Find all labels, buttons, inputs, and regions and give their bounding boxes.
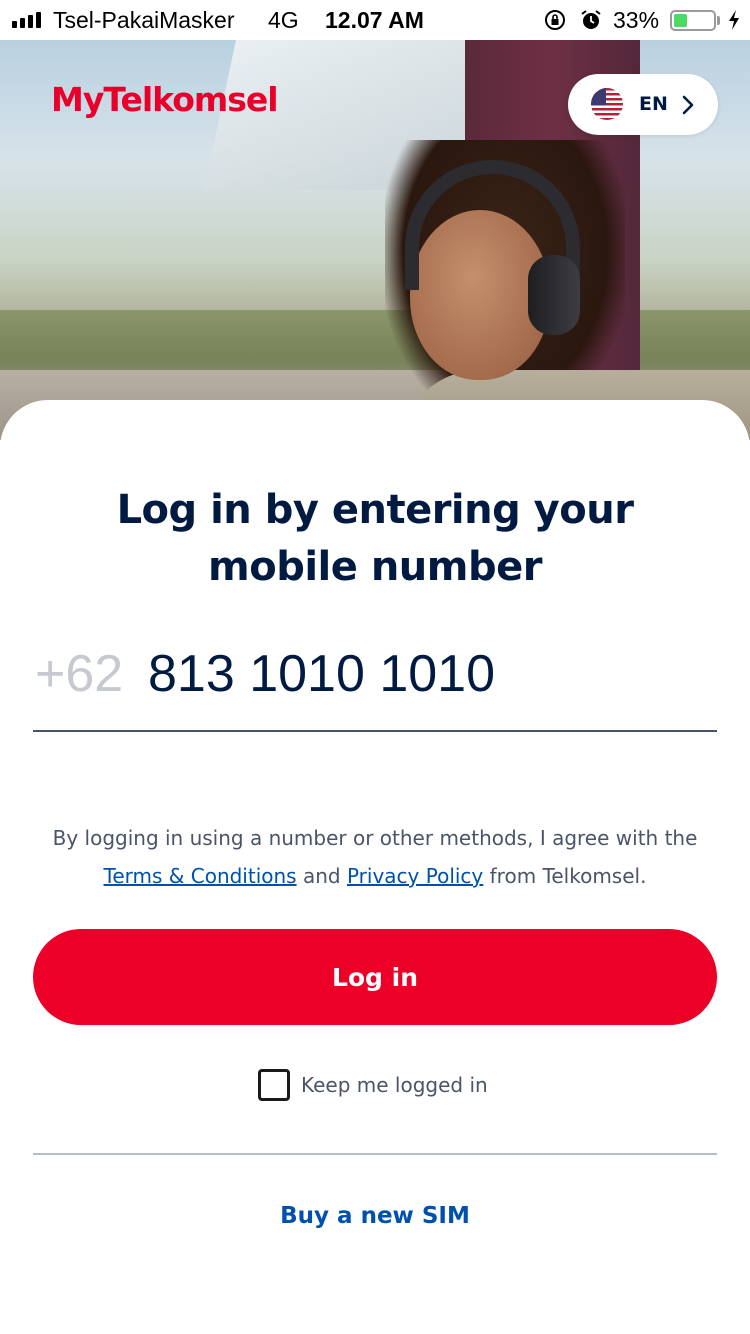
agreement-suffix: from Telkomsel. — [489, 864, 647, 888]
buy-new-sim-link[interactable]: Buy a new SIM — [0, 1203, 750, 1229]
carrier-name: Tsel-PakaiMasker — [53, 7, 235, 33]
agreement-text: By logging in using a number or other me… — [40, 819, 710, 895]
language-code: EN — [639, 93, 668, 115]
divider — [33, 1153, 717, 1155]
language-selector-button[interactable]: EN — [568, 74, 718, 135]
phone-number-field[interactable]: +62 813 1010 1010 — [33, 634, 717, 732]
phone-number-input[interactable]: 813 1010 1010 — [148, 644, 495, 704]
status-time: 12.07 AM — [325, 7, 424, 33]
terms-conditions-link[interactable]: Terms & Conditions — [104, 864, 297, 888]
network-type: 4G — [268, 7, 299, 33]
country-code-prefix: +62 — [35, 645, 124, 703]
us-flag-icon — [591, 88, 623, 120]
signal-icon — [12, 12, 41, 28]
agreement-and: and — [302, 864, 341, 888]
agreement-prefix: By logging in using a number or other me… — [52, 826, 698, 850]
keep-logged-in-row[interactable]: Keep me logged in — [258, 1069, 488, 1101]
charging-icon — [729, 10, 739, 30]
keep-logged-in-label: Keep me logged in — [301, 1073, 488, 1097]
login-button[interactable]: Log in — [33, 929, 717, 1025]
mytelkomsel-logo: MyTelkomsel — [51, 80, 279, 119]
battery-icon — [670, 10, 716, 31]
chevron-right-icon — [682, 95, 694, 115]
privacy-policy-link[interactable]: Privacy Policy — [347, 864, 483, 888]
keep-logged-in-checkbox[interactable] — [258, 1069, 290, 1101]
orientation-lock-icon — [545, 10, 565, 30]
page-title: Log in by entering your mobile number — [116, 487, 634, 590]
alarm-icon — [581, 10, 601, 29]
status-bar: Tsel-PakaiMasker 4G 12.07 AM 33% — [0, 0, 750, 40]
battery-tip — [717, 16, 720, 25]
battery-percentage: 33% — [613, 7, 660, 33]
